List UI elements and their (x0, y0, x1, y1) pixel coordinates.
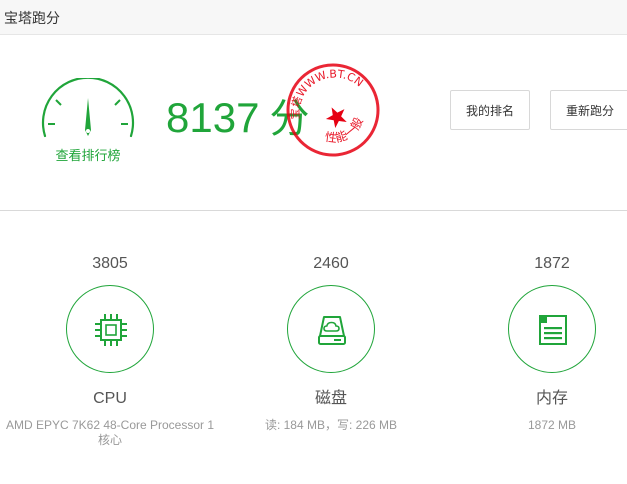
rating-stamp: 宝塔WWW.BT.CN 性能一般 (274, 52, 383, 160)
cpu-icon-circle (66, 285, 154, 373)
seal-icon: 宝塔WWW.BT.CN 性能一般 (274, 52, 380, 157)
memory-icon-circle (508, 285, 596, 373)
memory-metric: 1872 内存 1872 MB (442, 253, 627, 433)
cpu-metric: 3805 CPU AMD EPYC 7K62 48-Core Processor… (0, 253, 220, 448)
cpu-chip-icon (95, 314, 127, 346)
gauge-icon (41, 78, 135, 138)
disk-detail: 读: 184 MB，写: 226 MB (264, 418, 398, 432)
leaderboard-link[interactable]: 查看排行榜 (38, 145, 138, 164)
section-divider (0, 210, 627, 211)
memory-score: 1872 (534, 255, 570, 272)
title-bar: 宝塔跑分 (0, 0, 627, 35)
cloud-disk-icon (318, 316, 346, 345)
rerun-benchmark-button[interactable]: 重新跑分 (550, 90, 627, 130)
disk-icon-circle (287, 285, 375, 373)
disk-score: 2460 (313, 255, 349, 272)
memory-label: 内存 (535, 390, 568, 407)
cpu-detail: AMD EPYC 7K62 48-Core Processor 1 核心 (0, 418, 220, 448)
disk-label: 磁盘 (314, 390, 347, 407)
cpu-label: CPU (93, 390, 127, 407)
cpu-detail-line1: AMD EPYC 7K62 48-Core Processor 1 (5, 418, 215, 432)
disk-metric: 2460 磁盘 读: 184 MB，写: 226 MB (221, 253, 441, 433)
cpu-detail-line2: 核心 (97, 433, 122, 447)
memory-card-icon (539, 315, 567, 345)
stamp-bottom-text: 性能一般 (318, 111, 370, 153)
memory-detail: 1872 MB (527, 418, 577, 432)
my-rank-button[interactable]: 我的排名 (450, 90, 530, 130)
star-icon (325, 107, 347, 129)
svg-text:性能一般: 性能一般 (318, 111, 370, 153)
cpu-score: 3805 (92, 255, 128, 272)
leaderboard-gauge[interactable]: 查看排行榜 (38, 78, 138, 164)
window-title: 宝塔跑分 (4, 10, 60, 26)
score-value: 8137 (166, 94, 260, 141)
